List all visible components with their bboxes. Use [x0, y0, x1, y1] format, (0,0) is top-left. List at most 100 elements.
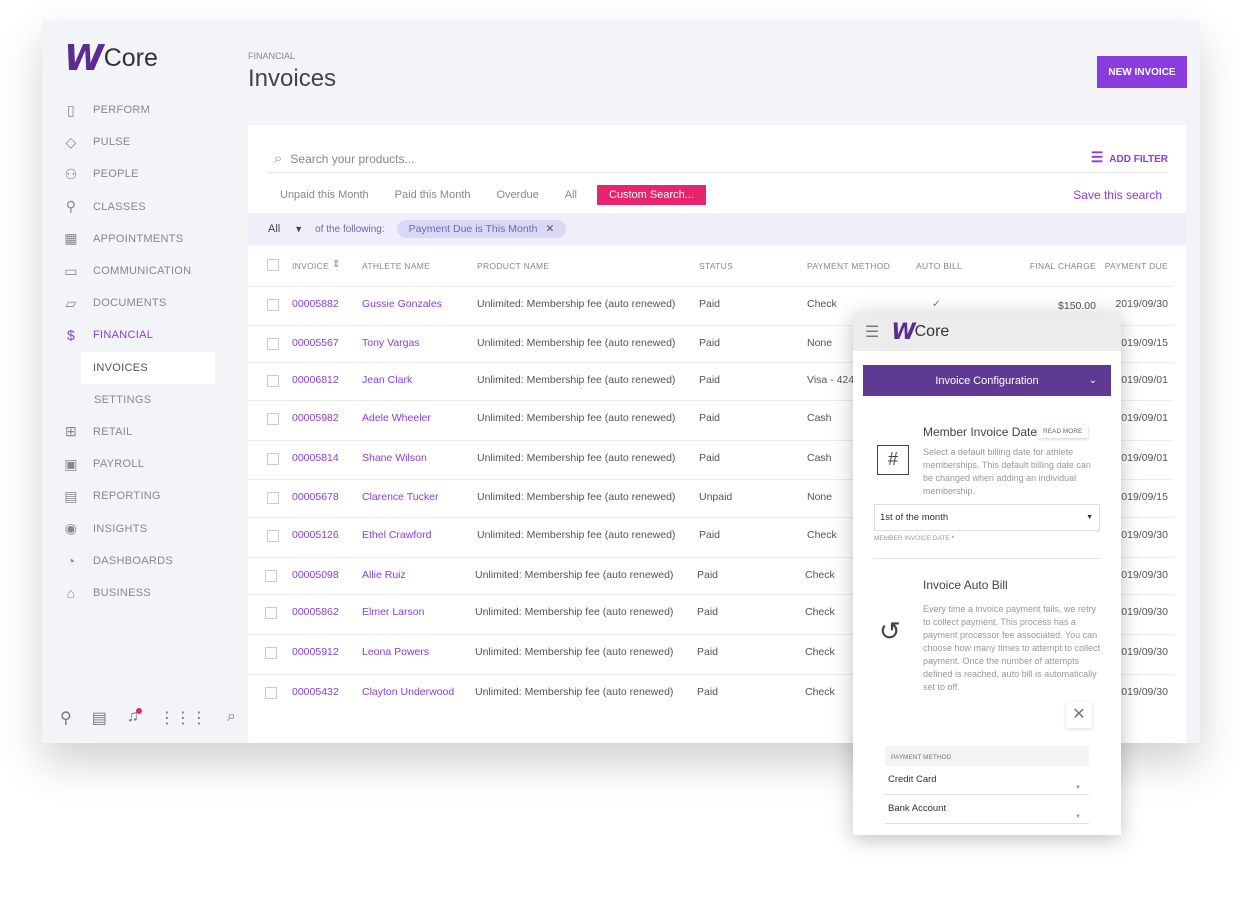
invoice-configuration-accordion[interactable]: Invoice Configuration ⌄ — [863, 365, 1111, 396]
athlete-name-link[interactable]: Gussie Gonzales — [362, 298, 442, 310]
column-header-auto-bill[interactable]: AUTO BILL — [916, 261, 962, 271]
invoice-link[interactable]: 00005882 — [292, 298, 339, 310]
row-checkbox[interactable] — [267, 530, 279, 542]
sidebar-item-perform[interactable]: ▯ PERFORM — [62, 94, 242, 126]
athlete-name-link[interactable]: Adele Wheeler — [362, 412, 431, 424]
row-checkbox[interactable] — [265, 607, 277, 619]
new-invoice-button[interactable]: NEW INVOICE — [1097, 56, 1187, 88]
sidebar-item-insights[interactable]: ◉ INSIGHTS — [62, 512, 242, 544]
sidebar-item-classes[interactable]: ⚲ CLASSES — [62, 191, 242, 223]
invoice-link[interactable]: 00005862 — [292, 606, 339, 618]
invoice-link[interactable]: 00005678 — [292, 491, 339, 503]
tab-overdue[interactable]: Overdue — [497, 189, 539, 201]
sidebar-item-people[interactable]: ⚇ PEOPLE — [62, 158, 242, 190]
member-invoice-date-select[interactable]: 1st of the month ▼ — [874, 504, 1100, 531]
divider — [874, 558, 1100, 559]
auto-bill-check-icon: ✓ — [932, 298, 941, 310]
payment-method: Cash — [807, 452, 832, 464]
row-checkbox[interactable] — [267, 453, 279, 465]
column-header-payment-method[interactable]: PAYMENT METHOD — [807, 261, 890, 271]
athlete-name-link[interactable]: Shane Wilson — [362, 452, 427, 464]
tab-paid-this-month[interactable]: Paid this Month — [395, 189, 471, 201]
athlete-name-link[interactable]: Ethel Crawford — [362, 529, 431, 541]
hamburger-menu-icon[interactable]: ☰ — [865, 322, 879, 342]
invoice-link[interactable]: 00005126 — [292, 529, 339, 541]
tab-all[interactable]: All — [565, 189, 577, 201]
payment-method-bank-account[interactable]: Bank Account ▼ — [885, 796, 1089, 824]
payment-method-credit-card[interactable]: Credit Card ▼ — [885, 767, 1089, 795]
member-invoice-date-desc: Select a default billing date for athlet… — [923, 447, 1091, 496]
invoice-link[interactable]: 00005432 — [292, 686, 339, 698]
sort-icon[interactable]: ⇕ — [332, 259, 341, 270]
athlete-name-link[interactable]: Clarence Tucker — [362, 491, 438, 503]
row-checkbox[interactable] — [265, 687, 277, 699]
breadcrumb[interactable]: FINANCIAL — [248, 51, 295, 61]
payment-method: Check — [805, 569, 835, 581]
tab-unpaid-this-month[interactable]: Unpaid this Month — [280, 189, 369, 201]
save-search-link[interactable]: Save this search — [1073, 188, 1162, 202]
payment-method: Check — [805, 646, 835, 658]
bell-icon[interactable]: ♫ — [127, 708, 142, 728]
payment-due: 2019/09/30 — [1115, 529, 1168, 541]
add-filter-button[interactable]: ☰ ADD FILTER — [1091, 149, 1168, 166]
invoice-link[interactable]: 00005814 — [292, 452, 339, 464]
tab-custom-search[interactable]: Custom Search... — [596, 185, 706, 205]
sidebar-item-dashboards[interactable]: ◔ DASHBOARDS — [62, 545, 242, 577]
invoice-link[interactable]: 00006812 — [292, 374, 339, 386]
athlete-name-link[interactable]: Allie Ruiz — [362, 569, 406, 581]
apps-grid-icon[interactable]: ⋮⋮⋮ — [159, 708, 207, 728]
payment-due: 2019/09/30 — [1115, 569, 1168, 581]
invoice-link[interactable]: 00005098 — [292, 569, 339, 581]
column-header-product-name[interactable]: PRODUCT NAME — [477, 261, 549, 271]
row-checkbox[interactable] — [267, 338, 279, 350]
user-icon[interactable]: ⚲ — [60, 708, 72, 728]
athlete-name-link[interactable]: Elmer Larson — [362, 606, 424, 618]
sidebar-item-invoices[interactable]: INVOICES — [81, 351, 215, 384]
athlete-name-link[interactable]: Clayton Underwood — [362, 686, 454, 698]
sidebar-item-payroll[interactable]: ▣ PAYROLL — [62, 448, 242, 480]
row-checkbox[interactable] — [267, 299, 279, 311]
row-checkbox[interactable] — [267, 375, 279, 387]
invoice-link[interactable]: 00005912 — [292, 646, 339, 658]
logo-mark: W — [64, 38, 104, 79]
sidebar-item-retail[interactable]: ⊞ RETAIL — [62, 416, 242, 448]
logo[interactable]: W Core — [64, 38, 158, 79]
invoice-auto-bill-title: Invoice Auto Bill — [923, 578, 1008, 592]
sidebar-item-communication[interactable]: ▭ COMMUNICATION — [62, 255, 242, 287]
pie-chart-icon: ◔ — [66, 552, 76, 569]
sidebar-item-documents[interactable]: ▱ DOCUMENTS — [62, 287, 242, 319]
invoice-link[interactable]: 00005982 — [292, 412, 339, 424]
close-icon[interactable]: ✕ — [545, 223, 554, 235]
search-icon: ⌕ — [274, 150, 283, 167]
sidebar-item-reporting[interactable]: ▤ REPORTING — [62, 480, 242, 512]
close-button[interactable]: ✕ — [1066, 702, 1092, 728]
sidebar-item-pulse[interactable]: ◇ PULSE — [62, 126, 242, 158]
sidebar-item-financial[interactable]: $ FINANCIAL — [62, 319, 242, 351]
sidebar-item-appointments[interactable]: ▦ APPOINTMENTS — [62, 223, 242, 255]
column-header-invoice[interactable]: INVOICE — [292, 261, 329, 271]
filter-mode-select[interactable]: All ▼ — [268, 223, 303, 235]
filter-chip[interactable]: Payment Due is This Month ✕ — [396, 220, 567, 238]
product-name: Unlimited: Membership fee (auto renewed) — [477, 298, 676, 310]
row-checkbox[interactable] — [265, 570, 277, 582]
select-all-checkbox[interactable] — [267, 259, 279, 271]
sidebar-item-business[interactable]: ⌂ BUSINESS — [62, 577, 242, 609]
column-header-athlete-name[interactable]: ATHLETE NAME — [362, 261, 430, 271]
clipboard-icon[interactable]: ▤ — [92, 708, 107, 728]
read-more-button[interactable]: READ MORE — [1037, 425, 1088, 438]
column-header-payment-due[interactable]: PAYMENT DUE — [1105, 261, 1168, 271]
search-bar[interactable]: ⌕ Search your products... — [268, 145, 1168, 173]
sidebar-item-settings[interactable]: SETTINGS — [62, 384, 242, 416]
athlete-name-link[interactable]: Leona Powers — [362, 646, 429, 658]
athlete-name-link[interactable]: Tony Vargas — [362, 337, 420, 349]
row-checkbox[interactable] — [267, 492, 279, 504]
invoice-link[interactable]: 00005567 — [292, 337, 339, 349]
athlete-name-link[interactable]: Jean Clark — [362, 374, 412, 386]
caret-down-icon: ▼ — [1086, 514, 1093, 521]
column-header-status[interactable]: STATUS — [699, 261, 733, 271]
search-icon[interactable]: ⌕ — [227, 708, 236, 728]
row-checkbox[interactable] — [265, 647, 277, 659]
column-header-final-charge[interactable]: FINAL CHARGE — [1030, 261, 1096, 271]
row-checkbox[interactable] — [267, 413, 279, 425]
search-input[interactable]: Search your products... — [290, 152, 414, 166]
